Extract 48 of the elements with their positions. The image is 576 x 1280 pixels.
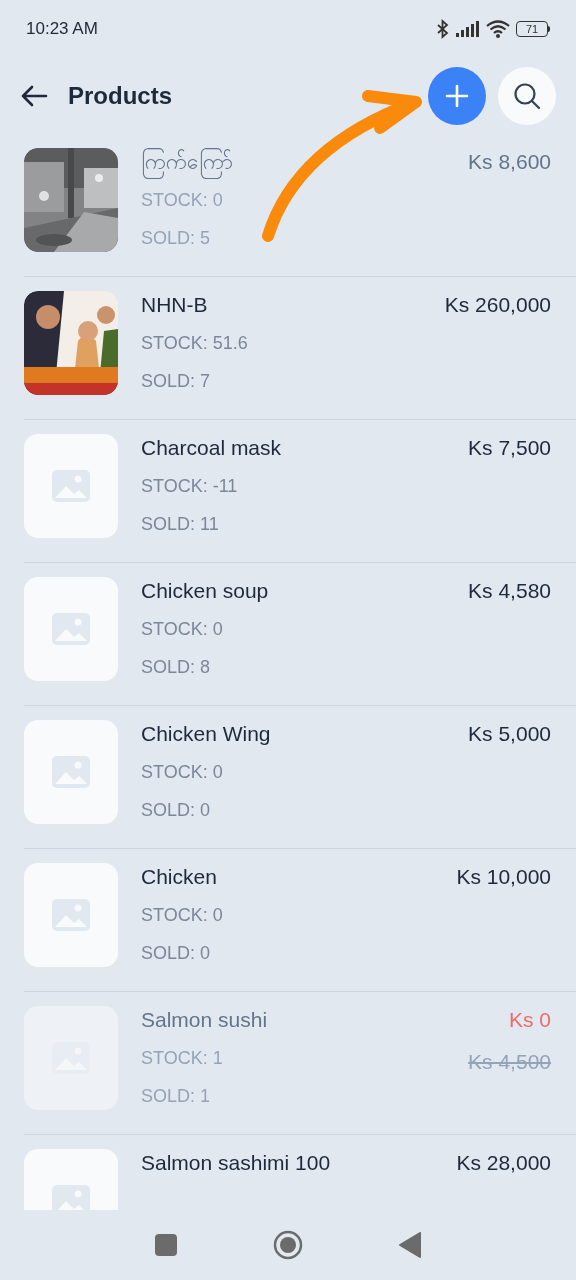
stock-count: STOCK: 0 [141,618,224,641]
wifi-icon [486,20,510,38]
sold-count: SOLD: 8 [141,656,212,679]
product-name: Chicken soup [141,578,270,604]
bluetooth-icon [436,19,450,39]
back-arrow-icon[interactable] [20,84,48,108]
sold-count: SOLD: 5 [141,227,212,250]
plus-icon [445,84,469,108]
product-name: Chicken [141,864,218,890]
sold-count: SOLD: 7 [141,370,212,393]
product-name: Salmon sushi [141,1007,269,1033]
product-price: Ks 10,000 [456,864,551,890]
home-icon[interactable] [273,1230,303,1260]
back-icon[interactable] [399,1232,421,1258]
sold-count: SOLD: 0 [141,799,212,822]
sold-count: SOLD: 11 [141,513,220,536]
product-price: Ks 8,600 [468,149,551,175]
product-row[interactable]: Chicken Wing STOCK: 0 SOLD: 0 Ks 5,000 [24,706,576,849]
product-price: Ks 0 [508,1007,551,1033]
product-name: Chicken Wing [141,721,272,747]
product-row[interactable]: NHN-B STOCK: 51.6 SOLD: 7 Ks 260,000 [24,277,576,420]
product-row[interactable]: Charcoal mask STOCK: -11 SOLD: 11 Ks 7,500 [24,420,576,563]
sold-count: SOLD: 1 [141,1085,212,1108]
stock-count: STOCK: -11 [141,475,239,498]
product-price: Ks 260,000 [444,292,551,318]
product-price: Ks 28,000 [456,1150,551,1176]
stock-count: STOCK: 51.6 [141,332,249,355]
product-price: Ks 7,500 [468,435,551,461]
sold-count: SOLD: 0 [141,942,212,965]
original-price: Ks 4,500 [468,1049,551,1075]
stock-count: STOCK: 0 [141,761,224,784]
stock-count: STOCK: 0 [141,904,224,927]
product-price: Ks 5,000 [468,721,551,747]
product-name: NHN-B [141,292,209,318]
signal-icon [456,21,480,37]
stock-count: STOCK: 1 [141,1047,224,1070]
stock-count: STOCK: 0 [141,189,224,212]
product-row[interactable]: Chicken soup STOCK: 0 SOLD: 8 Ks 4,580 [24,563,576,706]
add-button[interactable] [428,67,486,125]
product-row[interactable]: Chicken STOCK: 0 SOLD: 0 Ks 10,000 [24,849,576,992]
search-icon [512,81,542,111]
product-name: Charcoal mask [141,435,283,461]
page-title: Products [68,81,172,111]
product-price: Ks 4,580 [468,578,551,604]
recents-icon[interactable] [155,1234,177,1256]
battery-icon: 71 [516,21,550,37]
product-name: Salmon sashimi 100 [141,1150,332,1176]
status-time: 10:23 AM [26,18,98,41]
